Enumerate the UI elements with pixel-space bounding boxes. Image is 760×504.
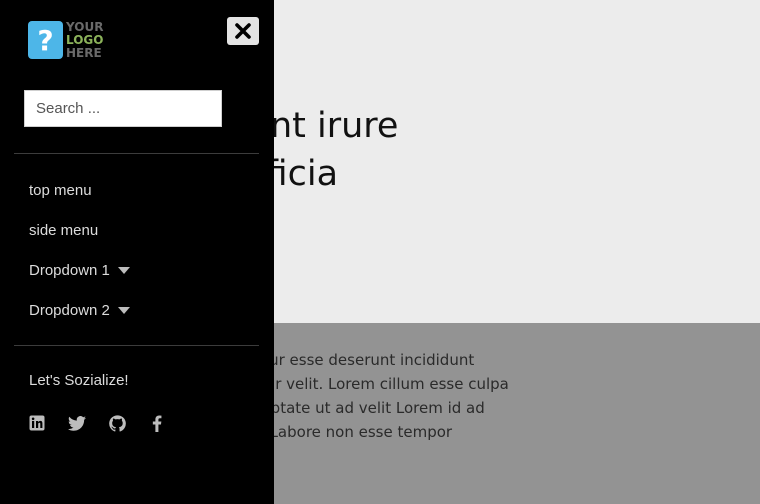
divider <box>14 153 259 154</box>
twitter-link[interactable] <box>68 414 86 432</box>
social-links <box>28 414 188 432</box>
github-icon <box>108 414 126 431</box>
menu-item-top-menu[interactable]: top menu <box>29 170 130 210</box>
caret-down-icon <box>117 306 130 314</box>
caret-down-icon <box>117 266 130 274</box>
logo-text-line: LOGO <box>66 32 104 47</box>
twitter-icon <box>68 415 86 431</box>
logo-text-line: YOUR <box>66 19 104 34</box>
facebook-link[interactable] <box>148 414 166 432</box>
github-link[interactable] <box>108 414 126 432</box>
side-menu: top menu side menu Dropdown 1 Dropdown 2 <box>29 170 130 330</box>
menu-item-label: Dropdown 2 <box>29 301 110 319</box>
menu-item-side-menu[interactable]: side menu <box>29 210 130 250</box>
close-button[interactable] <box>227 17 259 45</box>
menu-item-label: Dropdown 1 <box>29 261 110 279</box>
logo-link[interactable]: ? YOUR LOGO HERE <box>28 20 103 60</box>
menu-item-label: side menu <box>29 221 99 239</box>
facebook-icon <box>152 414 162 432</box>
linkedin-icon <box>29 415 45 431</box>
logo-text-line: HERE <box>66 45 102 60</box>
logo-text: YOUR LOGO HERE <box>66 19 104 60</box>
search-box <box>24 90 222 127</box>
social-title: Let's Sozialize! <box>29 372 129 389</box>
close-icon <box>235 23 251 39</box>
menu-item-dropdown-2[interactable]: Dropdown 2 <box>29 290 130 330</box>
logo-mark: ? <box>28 21 63 59</box>
menu-item-dropdown-1[interactable]: Dropdown 1 <box>29 250 130 290</box>
search-input[interactable] <box>25 91 221 126</box>
sidebar: ? YOUR LOGO HERE top menu side menu Drop… <box>0 0 274 504</box>
linkedin-link[interactable] <box>28 414 46 432</box>
menu-item-label: top menu <box>29 181 92 199</box>
divider <box>14 345 259 346</box>
